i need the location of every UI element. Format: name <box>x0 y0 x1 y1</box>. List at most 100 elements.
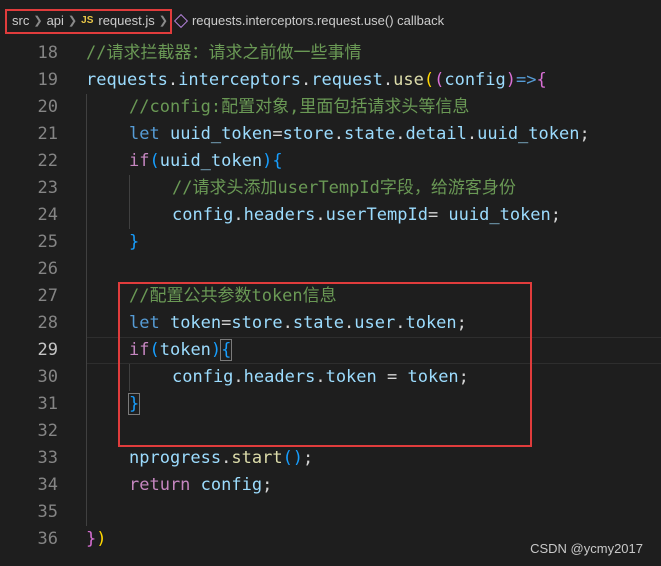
code-token: => <box>516 70 537 90</box>
code-token: . <box>466 124 478 144</box>
line-number: 36 <box>37 529 58 549</box>
code-text[interactable]: }) <box>86 526 107 553</box>
code-token: uuid_token <box>477 124 580 144</box>
breadcrumb: src ❯ api ❯ JS request.js ❯ requests.int… <box>0 0 661 40</box>
code-token: ( <box>434 70 445 90</box>
code-token: { <box>272 151 283 171</box>
code-token: . <box>233 205 244 225</box>
code-text[interactable]: let uuid_token=store.state.detail.uuid_t… <box>129 121 590 148</box>
code-token: nprogress <box>129 448 222 468</box>
code-text[interactable]: requests.interceptors.request.use((confi… <box>86 67 547 94</box>
code-token: ) <box>96 529 107 549</box>
line-number: 31 <box>37 394 58 414</box>
indent-guide <box>86 499 87 526</box>
watermark: CSDN @ycmy2017 <box>530 541 643 556</box>
code-token: } <box>86 529 97 549</box>
line-number: 27 <box>37 286 58 306</box>
code-token: ( <box>149 151 160 171</box>
code-token: ; <box>303 448 314 468</box>
code-token: ( <box>423 70 435 90</box>
line-number: 28 <box>37 313 58 333</box>
code-token: let <box>129 124 170 144</box>
method-cube-icon <box>173 13 189 28</box>
code-token: start <box>231 448 283 468</box>
code-token: config <box>172 205 234 225</box>
code-token: interceptors <box>178 70 301 90</box>
code-token: //config:配置对象,里面包括请求头等信息 <box>129 97 470 117</box>
code-text[interactable]: return config; <box>129 472 272 499</box>
code-text[interactable]: } <box>129 229 139 256</box>
code-token: if <box>129 151 150 171</box>
code-line[interactable]: 22 if(uuid_token){ <box>0 148 661 175</box>
code-token: config <box>200 475 263 495</box>
indent-guide <box>86 310 87 337</box>
code-token: = <box>272 124 283 144</box>
code-token: { <box>536 70 547 90</box>
code-token: headers <box>243 205 316 225</box>
code-token: request <box>311 70 383 90</box>
line-number: 35 <box>37 502 58 522</box>
code-text[interactable]: //config:配置对象,里面包括请求头等信息 <box>129 94 469 121</box>
code-line[interactable]: 33 nprogress.start(); <box>0 445 661 472</box>
indent-guide <box>86 121 87 148</box>
code-text[interactable]: //请求头添加userTempId字段，给游客身份 <box>172 175 516 202</box>
code-line[interactable]: 35 <box>0 499 661 526</box>
line-number: 23 <box>37 178 58 198</box>
code-line[interactable]: 24 config.headers.userTempId= uuid_token; <box>0 202 661 229</box>
line-number: 32 <box>37 421 58 441</box>
code-text[interactable]: config.headers.userTempId= uuid_token; <box>172 202 561 229</box>
code-line[interactable]: 26 <box>0 256 661 283</box>
code-line[interactable]: 25} <box>0 229 661 256</box>
code-line[interactable]: 23 //请求头添加userTempId字段，给游客身份 <box>0 175 661 202</box>
code-line[interactable]: 34 return config; <box>0 472 661 499</box>
indent-guide <box>86 256 87 283</box>
code-token: userTempId <box>325 205 428 225</box>
code-line[interactable]: 18 //请求拦截器：请求之前做一些事情 <box>0 40 661 67</box>
code-token: . <box>300 70 312 90</box>
line-number: 18 <box>37 43 58 63</box>
code-line[interactable]: 19 requests.interceptors.request.use((con… <box>0 67 661 94</box>
line-number: 33 <box>37 448 58 468</box>
line-number: 22 <box>37 151 58 171</box>
indent-guide <box>86 418 87 445</box>
code-token: uuid_token <box>159 151 263 171</box>
code-token: use <box>393 70 424 90</box>
code-token: //请求拦截器：请求之前做一些事情 <box>86 43 362 63</box>
line-number: 24 <box>37 205 58 225</box>
indent-guide <box>86 337 87 364</box>
code-text[interactable]: nprogress.start(); <box>129 445 313 472</box>
line-number: 30 <box>37 367 58 387</box>
code-token: ) <box>262 151 273 171</box>
code-token: store <box>282 124 334 144</box>
line-number: 21 <box>37 124 58 144</box>
code-token: . <box>221 448 232 468</box>
code-text[interactable]: if(uuid_token){ <box>129 148 283 175</box>
code-token: . <box>315 205 326 225</box>
highlight-box-token-block <box>118 282 532 447</box>
code-token: ; <box>262 475 273 495</box>
code-token: . <box>395 124 406 144</box>
code-token: ) <box>505 70 517 90</box>
indent-guide <box>86 94 87 121</box>
code-line[interactable]: 20 //config:配置对象,里面包括请求头等信息 <box>0 94 661 121</box>
code-token: config <box>444 70 506 90</box>
code-token: () <box>282 448 304 468</box>
indent-guide <box>86 202 87 229</box>
indent-guide <box>86 364 87 391</box>
code-token: requests <box>86 70 168 90</box>
code-token: return <box>129 475 201 495</box>
code-token: state <box>344 124 396 144</box>
code-line[interactable]: 21 let uuid_token=store.state.detail.uuid… <box>0 121 661 148</box>
line-number: 34 <box>37 475 58 495</box>
code-text[interactable]: //请求拦截器：请求之前做一些事情 <box>86 40 361 67</box>
code-token: = <box>427 205 449 225</box>
indent-guide <box>86 229 87 256</box>
indent-guide <box>86 472 87 499</box>
highlight-box-breadcrumb <box>5 9 172 34</box>
code-token: . <box>382 70 394 90</box>
code-token: detail <box>405 124 467 144</box>
code-token: . <box>333 124 344 144</box>
breadcrumb-item-symbol[interactable]: requests.interceptors.request.use() call… <box>192 13 444 28</box>
indent-guide <box>86 391 87 418</box>
code-token: . <box>167 70 179 90</box>
